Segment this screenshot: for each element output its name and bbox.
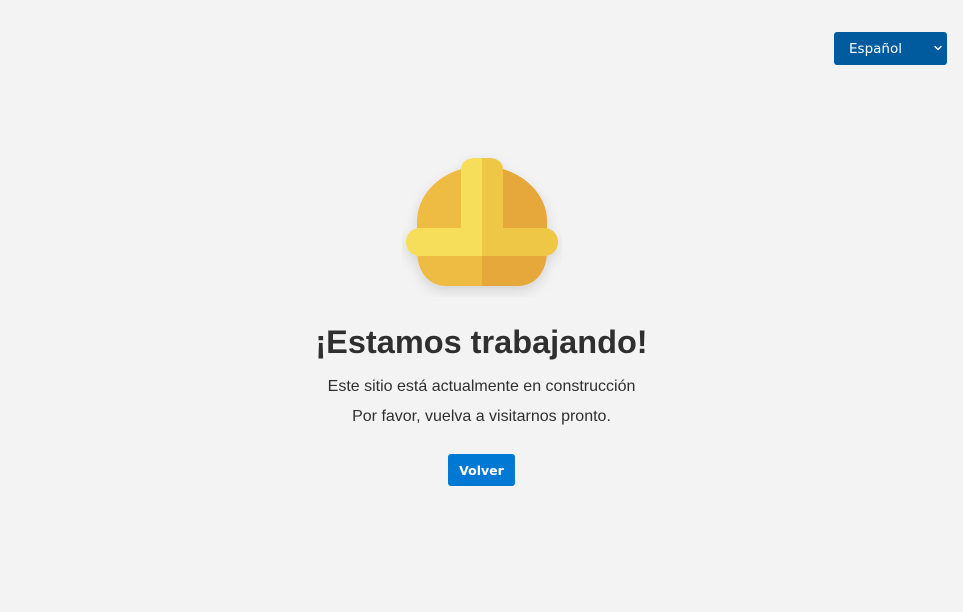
language-select[interactable]: Español [834,32,947,65]
page-title: ¡Estamos trabajando! [315,324,648,360]
back-button[interactable]: Volver [448,454,515,486]
return-later-message: Por favor, vuelva a visitarnos pronto. [352,408,611,425]
chevron-down-icon [934,45,942,51]
hard-hat-icon [406,158,558,286]
construction-message: Este sitio está actualmente en construcc… [327,378,636,395]
